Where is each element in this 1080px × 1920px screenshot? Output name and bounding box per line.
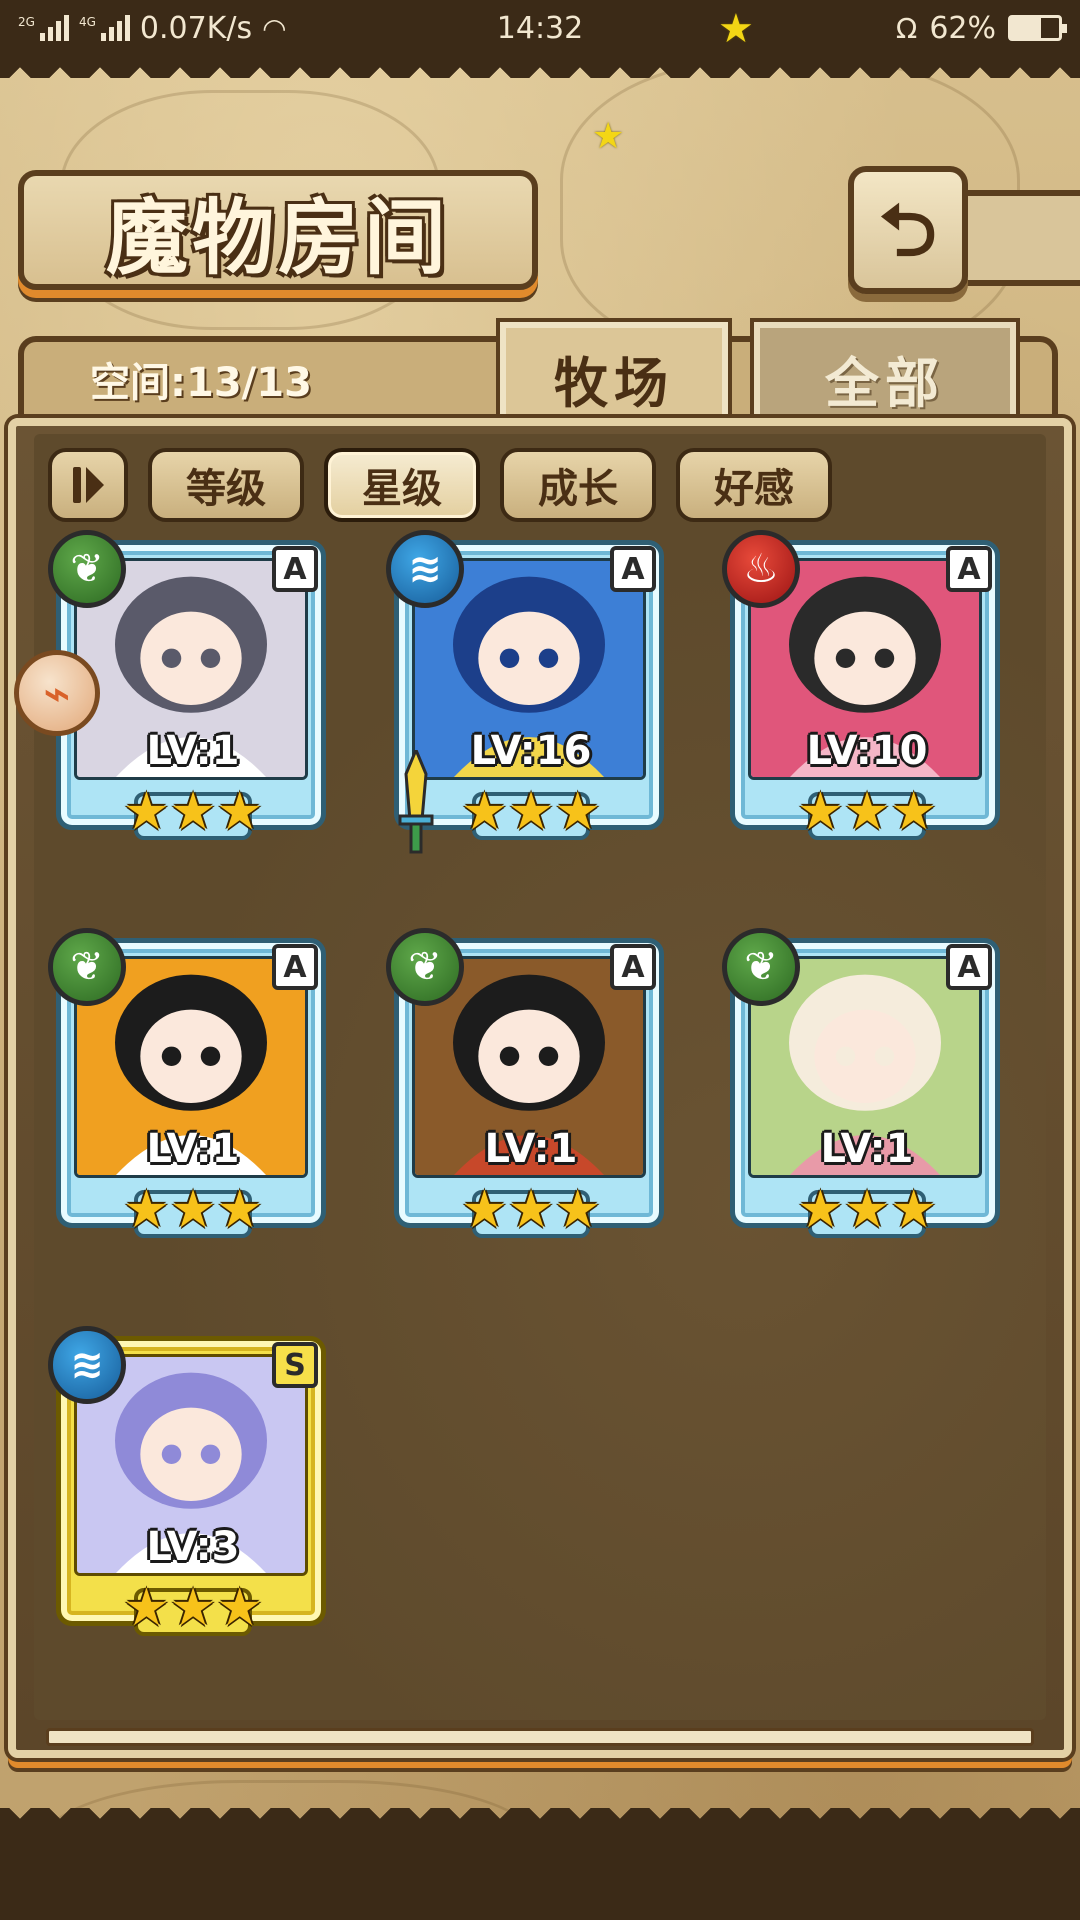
star-icon: ★ [554, 1180, 601, 1240]
monster-level: LV:10 [806, 728, 928, 774]
star-icon: ★ [461, 1180, 508, 1240]
return-arrow-icon: ⮌ [879, 188, 937, 272]
star-icon: ★ [169, 1180, 217, 1240]
torn-edge-top [0, 56, 1080, 78]
battery-percent: 62% [929, 10, 996, 46]
monster-card[interactable]: A ❦ LV:1 ★ ★ ★ [48, 928, 338, 1246]
headset-icon: Ω [895, 11, 918, 45]
leaf-element-icon: ❦ [48, 530, 126, 608]
sort-toggle-icon [72, 467, 104, 503]
rank-badge: A [946, 944, 992, 990]
monster-level: LV:3 [146, 1524, 240, 1570]
monster-card[interactable]: A ❦ LV:1 ★ ★ ★ [722, 928, 1012, 1246]
star-rating: ★ ★ ★ [48, 786, 338, 838]
sort-star-button[interactable]: 星级 [324, 448, 480, 522]
monster-card[interactable]: A ❦ LV:1 ★ ★ ★ [386, 928, 676, 1246]
panel-bottom-rail [46, 1728, 1034, 1746]
page-title: 魔物房间 [105, 189, 450, 286]
signal-4g-icon: 4G [79, 15, 130, 41]
water-element-icon: ≋ [386, 530, 464, 608]
rank-badge: S [272, 1342, 318, 1388]
fire-element-icon: ♨ [722, 530, 800, 608]
sort-level-button[interactable]: 等级 [148, 448, 304, 522]
leaf-element-icon: ❦ [386, 928, 464, 1006]
water-element-icon: ≋ [48, 1326, 126, 1404]
title-plaque: 魔物房间 [18, 170, 538, 290]
star-icon: ★ [216, 1578, 263, 1638]
star-rating: ★ ★ ★ [48, 1184, 338, 1236]
leaf-element-icon: ❦ [48, 928, 126, 1006]
star-icon: ★ [123, 1578, 170, 1638]
rank-badge: A [272, 944, 318, 990]
sort-order-toggle-button[interactable] [48, 448, 128, 522]
star-rating: ★ ★ ★ [722, 1184, 1012, 1236]
star-icon: ★ [216, 782, 263, 842]
leaf-element-icon: ❦ [722, 928, 800, 1006]
lock-tag-icon[interactable]: ⌁ [14, 650, 100, 736]
star-icon: ★ [461, 782, 508, 842]
battery-icon [1008, 15, 1067, 41]
star-decoration-icon: ★ [592, 116, 625, 157]
monster-level: LV:1 [484, 1126, 578, 1172]
wifi-icon: ◠ [262, 11, 287, 45]
star-icon: ★ [843, 1180, 891, 1240]
star-icon: ★ [507, 1180, 555, 1240]
star-icon: ★ [507, 782, 555, 842]
star-icon: ★ [169, 1578, 217, 1638]
star-icon: ★ [216, 1180, 263, 1240]
clock: 14:32 [496, 10, 584, 46]
capacity-label: 空间:13/13 [90, 360, 312, 406]
sort-bar: 等级 星级 成长 好感 [48, 448, 832, 524]
network-speed: 0.07K/s [139, 10, 253, 46]
back-button[interactable]: ⮌ [848, 166, 968, 294]
rank-badge: A [610, 944, 656, 990]
sort-affinity-button[interactable]: 好感 [676, 448, 832, 522]
star-decoration-icon: ★ [718, 6, 754, 52]
torn-edge-bottom [0, 1808, 1080, 1920]
star-icon: ★ [554, 782, 601, 842]
rank-badge: A [946, 546, 992, 592]
sort-growth-button[interactable]: 成长 [500, 448, 656, 522]
monster-card[interactable]: A ♨ LV:10 ★ ★ ★ [722, 530, 1012, 848]
star-icon: ★ [843, 782, 891, 842]
tab-ranch[interactable]: 牧场 [496, 318, 732, 432]
signal-2g-icon: 2G [18, 15, 69, 41]
star-icon: ★ [169, 782, 217, 842]
star-rating: ★ ★ ★ [48, 1582, 338, 1634]
star-icon: ★ [890, 782, 937, 842]
back-button-rail [966, 190, 1080, 286]
star-icon: ★ [797, 782, 844, 842]
star-icon: ★ [123, 1180, 170, 1240]
monster-level: LV:1 [820, 1126, 914, 1172]
star-rating: ★ ★ ★ [722, 786, 1012, 838]
monster-card[interactable]: S ≋ LV:3 ★ ★ ★ [48, 1326, 338, 1644]
star-rating: ★ ★ ★ [386, 1184, 676, 1236]
star-icon: ★ [797, 1180, 844, 1240]
sword-equip-icon [398, 750, 434, 854]
rank-badge: A [272, 546, 318, 592]
status-bar: 2G 4G 0.07K/s ◠ 14:32 Ω 62% [0, 0, 1080, 56]
monster-level: LV:1 [146, 728, 240, 774]
monster-level: LV:1 [146, 1126, 240, 1172]
rank-badge: A [610, 546, 656, 592]
tab-all[interactable]: 全部 [750, 318, 1020, 432]
star-icon: ★ [890, 1180, 937, 1240]
star-icon: ★ [123, 782, 170, 842]
